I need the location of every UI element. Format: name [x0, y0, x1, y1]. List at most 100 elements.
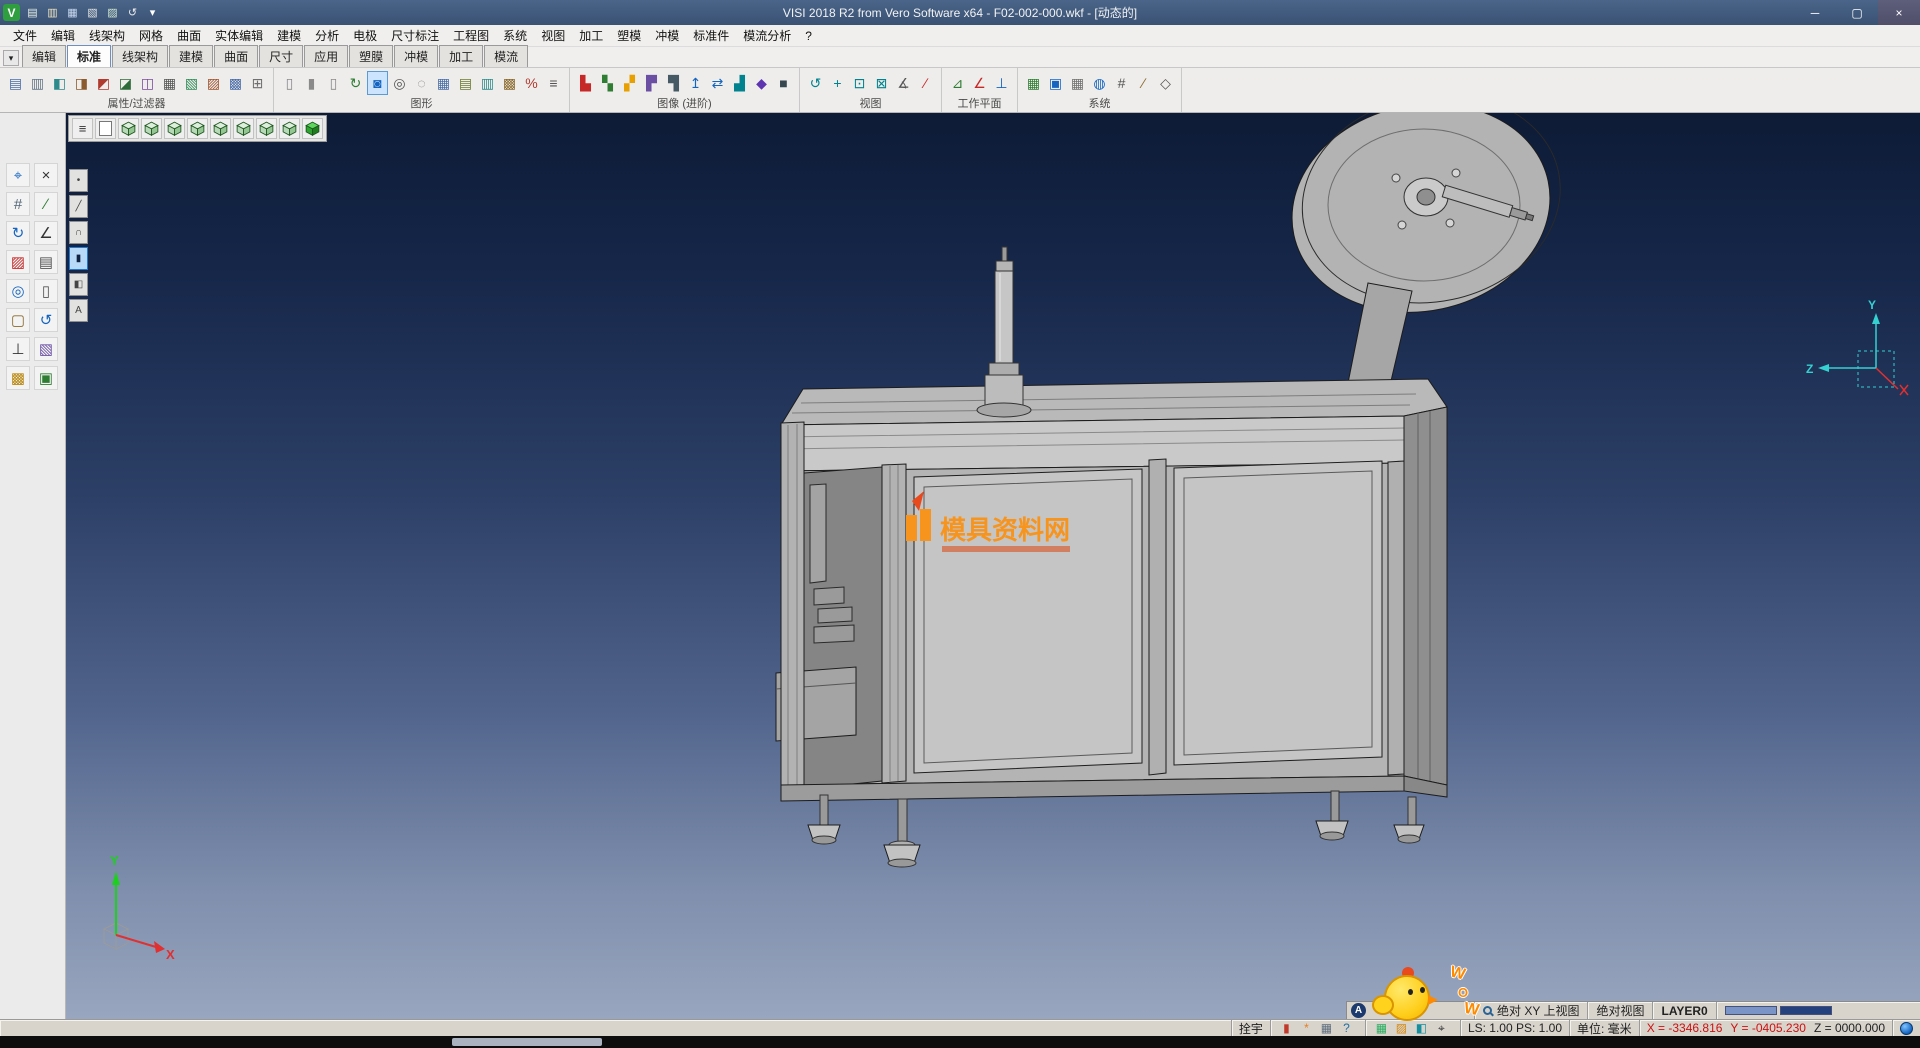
- view-database-icon[interactable]: ▯: [279, 71, 300, 95]
- raise-image-icon[interactable]: ↥: [685, 71, 706, 95]
- front-view-icon[interactable]: [141, 118, 162, 139]
- bottom-view-icon[interactable]: [256, 118, 277, 139]
- save-icon[interactable]: ▦: [64, 4, 81, 21]
- system-settings-icon[interactable]: ▦: [1318, 1021, 1335, 1035]
- tab-1[interactable]: 标准: [67, 45, 111, 67]
- menu-item-3[interactable]: 网格: [132, 25, 170, 46]
- menu-item-7[interactable]: 分析: [308, 25, 346, 46]
- export-image-icon[interactable]: ▟: [729, 71, 750, 95]
- cylinder-tool-icon[interactable]: ▯: [34, 279, 58, 303]
- render-quality-icon[interactable]: ▙: [575, 71, 596, 95]
- graphics-grid-icon[interactable]: ▦: [433, 71, 454, 95]
- snap-grid-icon[interactable]: #: [6, 192, 30, 216]
- refresh-graphics-icon[interactable]: ↻: [345, 71, 366, 95]
- tab-10[interactable]: 模流: [484, 45, 528, 67]
- ruler-settings-icon[interactable]: ∕: [1133, 71, 1154, 95]
- taskbar-item[interactable]: [452, 1038, 602, 1046]
- arc-filter-button[interactable]: ∩: [69, 221, 88, 244]
- swap-image-icon[interactable]: ⇄: [707, 71, 728, 95]
- apply-attributes-icon[interactable]: ◨: [71, 71, 92, 95]
- menu-item-16[interactable]: 标准件: [686, 25, 736, 46]
- perpendicular-icon[interactable]: ⊥: [6, 337, 30, 361]
- box-tool-icon[interactable]: ▢: [6, 308, 30, 332]
- menu-item-15[interactable]: 冲模: [648, 25, 686, 46]
- menu-item-9[interactable]: 尺寸标注: [384, 25, 446, 46]
- shaded-mode-icon[interactable]: ◙: [367, 71, 388, 95]
- hidden-line-mode-icon[interactable]: ◌: [411, 71, 432, 95]
- dynamic-view-icon[interactable]: ↺: [805, 71, 826, 95]
- menu-item-0[interactable]: 文件: [6, 25, 44, 46]
- menu-item-6[interactable]: 建模: [270, 25, 308, 46]
- sync-field[interactable]: [1892, 1020, 1920, 1036]
- snap-toggle[interactable]: 拴宇: [1231, 1020, 1270, 1036]
- workplane-standard-icon[interactable]: ⊿: [947, 71, 968, 95]
- scene-settings-icon[interactable]: ■: [773, 71, 794, 95]
- tab-4[interactable]: 曲面: [214, 45, 258, 67]
- menu-item-10[interactable]: 工程图: [446, 25, 496, 46]
- tab-9[interactable]: 加工: [439, 45, 483, 67]
- menu-item-5[interactable]: 实体编辑: [208, 25, 270, 46]
- graphics-sheet-icon[interactable]: ▩: [499, 71, 520, 95]
- undo-icon[interactable]: ↺: [124, 4, 141, 21]
- entity-database-icon[interactable]: ▯: [323, 71, 344, 95]
- right-view-icon[interactable]: [187, 118, 208, 139]
- top-view-icon[interactable]: [164, 118, 185, 139]
- minimize-button[interactable]: ─: [1794, 0, 1836, 25]
- tab-0[interactable]: 编辑: [22, 45, 66, 67]
- zoom-window-icon[interactable]: ⊡: [849, 71, 870, 95]
- menu-item-1[interactable]: 编辑: [44, 25, 82, 46]
- workplane-view-icon[interactable]: ⊥: [991, 71, 1012, 95]
- graphics-list-icon[interactable]: ▤: [455, 71, 476, 95]
- menu-item-8[interactable]: 电极: [346, 25, 384, 46]
- units-field[interactable]: 单位: 毫米: [1569, 1020, 1639, 1036]
- back-view-icon[interactable]: [233, 118, 254, 139]
- zoom-extents-icon[interactable]: ⊠: [871, 71, 892, 95]
- tab-5[interactable]: 尺寸: [259, 45, 303, 67]
- layer-manager-icon[interactable]: ▧: [34, 337, 58, 361]
- model-tree-icon[interactable]: ▮: [1278, 1021, 1295, 1035]
- layer-filter-icon[interactable]: ◪: [115, 71, 136, 95]
- display-info-icon[interactable]: ≡: [543, 71, 564, 95]
- print-entity-icon[interactable]: ▥: [27, 71, 48, 95]
- text-filter-button[interactable]: A: [69, 299, 88, 322]
- surface-filter-button[interactable]: ◧: [69, 273, 88, 296]
- wireframe-mode-icon[interactable]: ◎: [389, 71, 410, 95]
- rotate-entity-icon[interactable]: ↻: [6, 221, 30, 245]
- export-tool-icon[interactable]: ▣: [34, 366, 58, 390]
- undo-tool-icon[interactable]: ↺: [34, 308, 58, 332]
- shadows-icon[interactable]: ▜: [663, 71, 684, 95]
- maximize-button[interactable]: ▢: [1836, 0, 1878, 25]
- view-list-icon[interactable]: ≡: [72, 118, 93, 139]
- menu-item-13[interactable]: 加工: [572, 25, 610, 46]
- left-view-icon[interactable]: [210, 118, 231, 139]
- viewport[interactable]: ≡ •╱∩▮◧A: [66, 113, 1920, 1019]
- line-filter-button[interactable]: ╱: [69, 195, 88, 218]
- point-filter-button[interactable]: •: [69, 169, 88, 192]
- menu-item-12[interactable]: 视图: [534, 25, 572, 46]
- menu-item-17[interactable]: 模流分析: [736, 25, 798, 46]
- color-table-icon[interactable]: ▦: [1023, 71, 1044, 95]
- display-settings-icon[interactable]: ▣: [1045, 71, 1066, 95]
- color-filter-icon[interactable]: ◩: [93, 71, 114, 95]
- print-icon[interactable]: ▧: [84, 4, 101, 21]
- menu-item-14[interactable]: 塑模: [610, 25, 648, 46]
- shaded-iso-view-icon[interactable]: [302, 118, 323, 139]
- pan-view-icon[interactable]: +: [827, 71, 848, 95]
- tab-7[interactable]: 塑膜: [349, 45, 393, 67]
- toolbar-options-icon[interactable]: ▾: [144, 4, 161, 21]
- markup-view-icon[interactable]: ∕: [915, 71, 936, 95]
- delete-entity-icon[interactable]: ×: [34, 163, 58, 187]
- close-button[interactable]: ×: [1878, 0, 1920, 25]
- view-mode-field[interactable]: 绝对视图: [1587, 1002, 1652, 1019]
- text-note-icon[interactable]: ▤: [34, 250, 58, 274]
- measure-view-icon[interactable]: ∡: [893, 71, 914, 95]
- copy-attributes-icon[interactable]: ◧: [49, 71, 70, 95]
- tab-2[interactable]: 线架构: [112, 45, 168, 67]
- open-file-icon[interactable]: ▥: [44, 4, 61, 21]
- select-entity-icon[interactable]: ⌖: [6, 163, 30, 187]
- group-entities-icon[interactable]: ▧: [181, 71, 202, 95]
- quick-filter-icon[interactable]: ⊞: [247, 71, 268, 95]
- materials-icon[interactable]: ▛: [641, 71, 662, 95]
- menu-item-18[interactable]: ?: [798, 27, 819, 45]
- transparency-icon[interactable]: %: [521, 71, 542, 95]
